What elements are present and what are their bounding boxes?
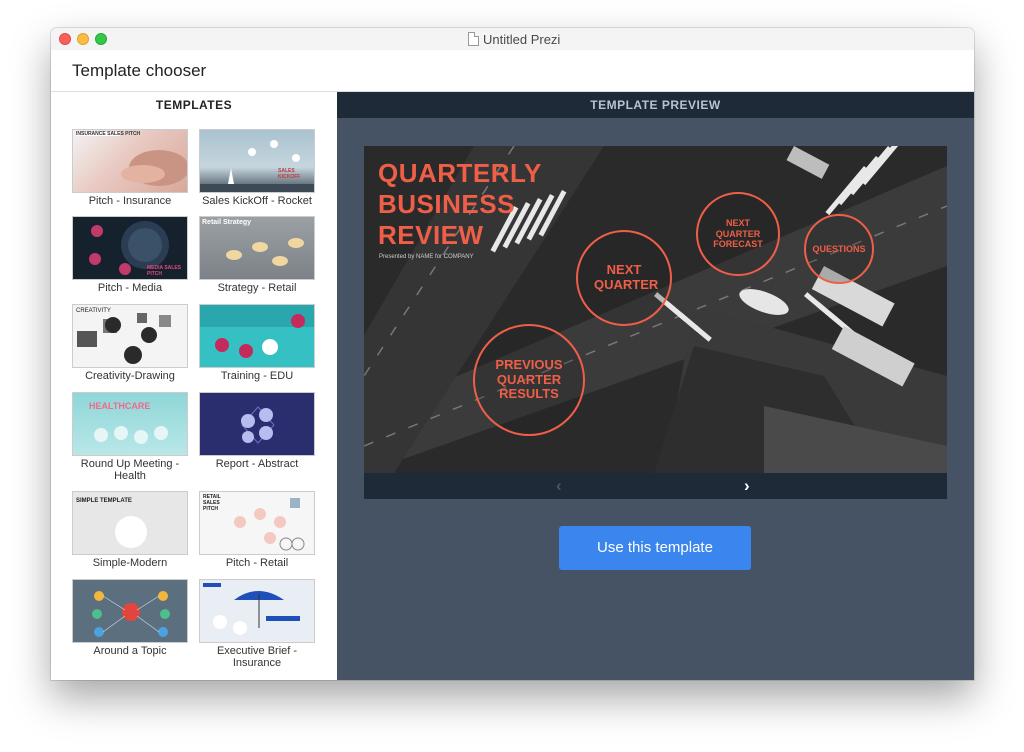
template-label: Simple-Modern: [92, 557, 168, 569]
circle-questions: QUESTIONS: [804, 214, 874, 284]
thumb-text: Retail Strategy: [202, 219, 252, 226]
circle-label: QUESTIONS: [812, 243, 866, 254]
template-creativity-drawing[interactable]: CREATIVITY Creativity-Drawing: [72, 304, 188, 382]
template-label: Training - EDU: [220, 370, 294, 382]
template-round-up-meeting-health[interactable]: HEALTHCARE Round Up Meeting - Health: [72, 392, 188, 482]
template-label: Pitch - Retail: [225, 557, 289, 569]
template-label: Around a Topic: [93, 645, 167, 657]
template-preview-canvas: QUARTERLY BUSINESS REVIEW Presented by N…: [364, 146, 947, 473]
chooser-title: Template chooser: [72, 61, 207, 80]
template-thumbnail[interactable]: SIMPLE TEMPLATE: [72, 491, 188, 555]
template-label: Sales KickOff - Rocket: [202, 195, 312, 207]
document-icon: [468, 32, 479, 46]
thumb-text: MEDIA SALES PITCH: [147, 265, 181, 277]
thumb-text: CREATIVITY: [76, 308, 111, 314]
template-pitch-retail[interactable]: RETAIL SALES PITCH Pitch - Retail: [199, 491, 315, 569]
templates-panel: TEMPLATES INSURANCE SALES PITCH Pitch - …: [51, 92, 337, 680]
template-thumbnail[interactable]: [72, 579, 188, 643]
template-thumbnail[interactable]: [199, 304, 315, 368]
template-thumbnail[interactable]: [199, 392, 315, 456]
thumb-text: INSURANCE SALES PITCH: [76, 131, 141, 137]
template-report-abstract[interactable]: Report - Abstract: [199, 392, 315, 470]
template-thumbnail[interactable]: INSURANCE SALES PITCH: [72, 129, 188, 193]
template-executive-brief-insurance[interactable]: Executive Brief - Insurance: [199, 579, 315, 669]
use-this-template-button[interactable]: Use this template: [559, 526, 751, 570]
template-simple-modern[interactable]: SIMPLE TEMPLATE Simple-Modern: [72, 491, 188, 569]
circle-previous-quarter-results: PREVIOUS QUARTER RESULTS: [473, 324, 585, 436]
template-thumbnail[interactable]: Retail Strategy: [199, 216, 315, 280]
template-pitch-insurance[interactable]: INSURANCE SALES PITCH Pitch - Insurance: [72, 129, 188, 207]
template-strategy-retail[interactable]: Retail Strategy Strategy - Retail: [199, 216, 315, 294]
template-thumbnail[interactable]: HEALTHCARE: [72, 392, 188, 456]
template-thumbnail[interactable]: [199, 579, 315, 643]
template-thumbnail[interactable]: SALES KICKOFF: [199, 129, 315, 193]
template-thumbnail[interactable]: CREATIVITY: [72, 304, 188, 368]
circle-label: NEXT QUARTER FORECAST: [713, 218, 763, 250]
template-label: Report - Abstract: [215, 458, 299, 470]
window-title: Untitled Prezi: [483, 32, 561, 47]
thumb-text: HEALTHCARE: [89, 401, 151, 411]
preview-title: QUARTERLY BUSINESS REVIEW: [378, 158, 542, 250]
template-label: Executive Brief - Insurance: [216, 645, 298, 669]
thumb-text: RETAIL SALES PITCH: [203, 494, 221, 512]
circle-label: NEXT QUARTER: [594, 262, 659, 292]
template-pitch-media[interactable]: MEDIA SALES PITCH Pitch - Media: [72, 216, 188, 294]
circle-label: PREVIOUS QUARTER RESULTS: [495, 356, 563, 402]
template-thumbnail[interactable]: MEDIA SALES PITCH: [72, 216, 188, 280]
template-sales-kickoff-rocket[interactable]: SALES KICKOFF Sales KickOff - Rocket: [199, 129, 315, 207]
preview-navigation: ‹ ›: [364, 473, 947, 499]
templates-heading: TEMPLATES: [155, 98, 233, 112]
maximize-window-button[interactable]: [95, 33, 107, 45]
chooser-header: Template chooser: [51, 50, 974, 92]
template-label: Pitch - Insurance: [88, 195, 172, 207]
title-bar: Untitled Prezi: [51, 28, 974, 50]
previous-slide-button[interactable]: ‹: [556, 476, 562, 496]
template-around-a-topic[interactable]: Around a Topic: [72, 579, 188, 657]
template-label: Round Up Meeting - Health: [80, 458, 180, 482]
next-slide-button[interactable]: ›: [744, 476, 750, 496]
close-window-button[interactable]: [59, 33, 71, 45]
template-label: Pitch - Media: [97, 282, 163, 294]
template-thumbnail[interactable]: RETAIL SALES PITCH: [199, 491, 315, 555]
template-training-edu[interactable]: Training - EDU: [199, 304, 315, 382]
preview-heading: TEMPLATE PREVIEW: [337, 92, 974, 118]
preview-panel: TEMPLATE PREVIEW QUARTERLY BUSINESS REVI…: [337, 92, 974, 680]
circle-next-quarter: NEXT QUARTER: [576, 230, 672, 326]
template-label: Creativity-Drawing: [85, 370, 175, 382]
app-window: Untitled Prezi Template chooser TEMPLATE…: [51, 28, 974, 680]
thumb-text: SALES KICKOFF: [278, 168, 301, 180]
template-label: Strategy - Retail: [217, 282, 297, 294]
preview-subtitle: Presented by NAME for COMPANY: [379, 254, 474, 260]
minimize-window-button[interactable]: [77, 33, 89, 45]
circle-next-quarter-forecast: NEXT QUARTER FORECAST: [696, 192, 780, 276]
thumb-text: SIMPLE TEMPLATE: [76, 498, 132, 504]
